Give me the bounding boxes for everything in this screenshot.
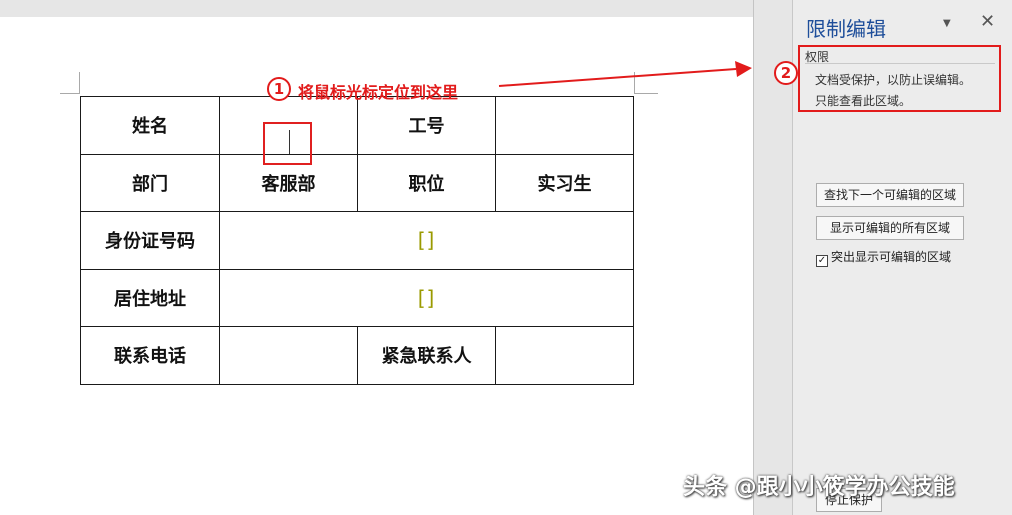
table-cell-emergency-value[interactable] xyxy=(495,326,634,385)
table-row: 身份证号码 [] xyxy=(80,211,634,270)
table-row: 部门 客服部 职位 实习生 xyxy=(80,153,634,212)
cursor-highlight-box xyxy=(263,122,312,165)
editable-region-marker[interactable]: [] xyxy=(418,228,436,252)
crop-mark-left xyxy=(60,72,80,94)
table-row: 姓名 工号 xyxy=(80,96,634,155)
table-row: 联系电话 紧急联系人 xyxy=(80,326,634,385)
annotation-text-1: 将鼠标光标定位到这里 xyxy=(298,83,459,102)
find-next-editable-region-button[interactable]: 查找下一个可编辑的区域 xyxy=(816,183,964,207)
table-cell-address-label: 居住地址 xyxy=(80,268,220,327)
table-cell-position-value[interactable]: 实习生 xyxy=(495,153,634,212)
table-cell-name-label: 姓名 xyxy=(80,96,220,155)
table-cell-id-label: 工号 xyxy=(357,96,496,155)
table-cell-emergency-label: 紧急联系人 xyxy=(357,326,496,385)
show-all-editable-regions-button[interactable]: 显示可编辑的所有区域 xyxy=(816,216,964,240)
pane-title: 限制编辑 xyxy=(806,17,886,41)
editable-region-marker[interactable]: [] xyxy=(418,286,436,310)
table-cell-idcard-label: 身份证号码 xyxy=(80,211,220,270)
restrict-editing-pane: 限制编辑 ▼ ✕ 权限 文档受保护，以防止误编辑。 只能查看此区域。 查找下一个… xyxy=(792,0,1012,515)
text-cursor xyxy=(289,130,290,154)
highlight-checkbox[interactable]: ✓ xyxy=(816,255,828,267)
table-cell-phone-value[interactable] xyxy=(219,326,358,385)
highlight-editable-regions-row[interactable]: ✓ 突出显示可编辑的区域 xyxy=(816,248,951,267)
table-cell-idcard-value[interactable]: [] xyxy=(219,211,634,270)
highlight-checkbox-label: 突出显示可编辑的区域 xyxy=(831,250,952,264)
table-row: 居住地址 [] xyxy=(80,268,634,327)
employee-info-table: 姓名 工号 部门 客服部 职位 实习生 身份证号码 [] 居住地址 [] 联系电… xyxy=(80,96,634,385)
annotation-number-1: 1 xyxy=(267,77,291,101)
close-icon[interactable]: ✕ xyxy=(980,11,995,32)
table-cell-dept-label: 部门 xyxy=(80,153,220,212)
permissions-highlight-box xyxy=(798,45,1001,112)
table-cell-phone-label: 联系电话 xyxy=(80,326,220,385)
crop-mark-right xyxy=(634,72,658,94)
chevron-down-icon[interactable]: ▼ xyxy=(943,18,951,29)
annotation-number-2: 2 xyxy=(774,61,798,85)
watermark: 头条 @跟小小筱学办公技能 xyxy=(683,475,955,500)
table-cell-position-label: 职位 xyxy=(357,153,496,212)
document-area: 姓名 工号 部门 客服部 职位 实习生 身份证号码 [] 居住地址 [] 联系电… xyxy=(0,0,753,515)
table-cell-address-value[interactable]: [] xyxy=(219,268,634,327)
table-cell-id-value[interactable] xyxy=(495,96,634,155)
